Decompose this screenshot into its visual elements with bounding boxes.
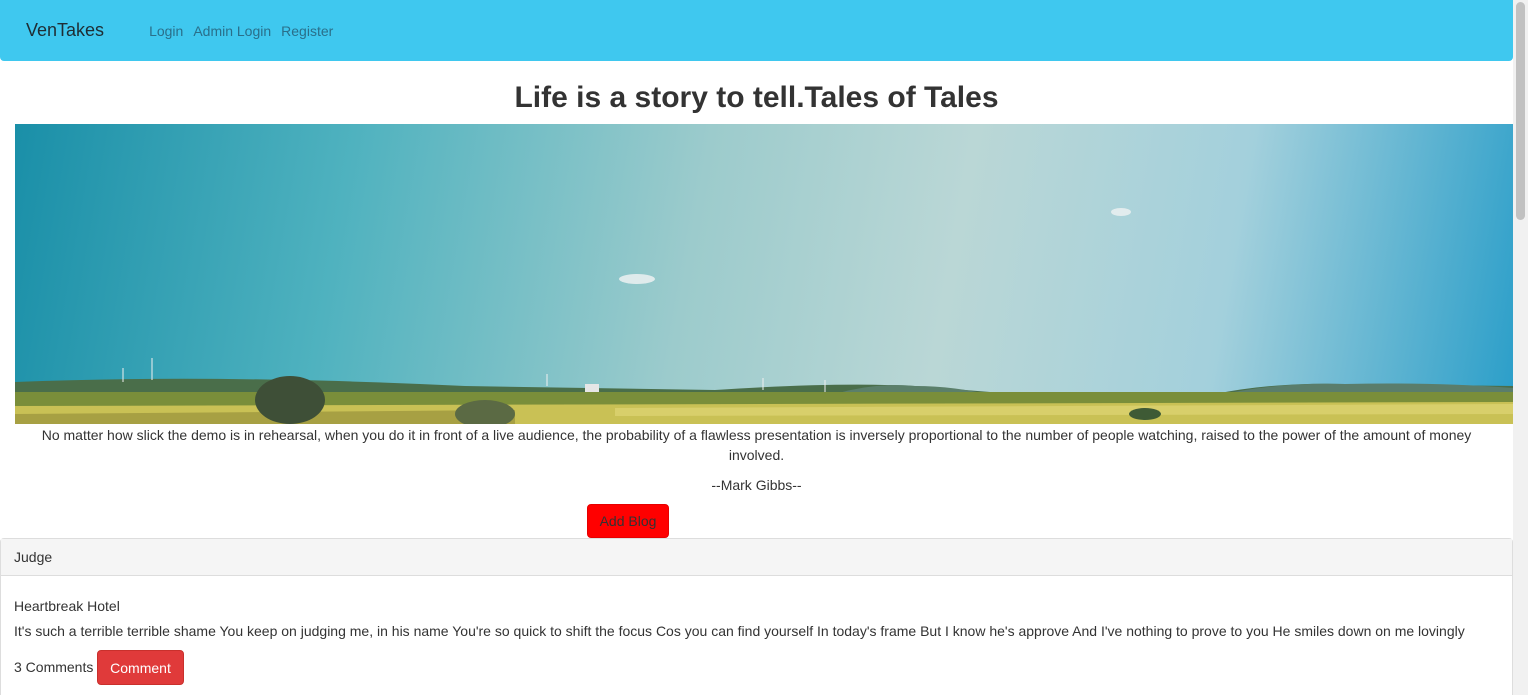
top-navbar: VenTakes Login Admin Login Register (0, 0, 1513, 61)
blog-post-panel: Judge Heartbreak Hotel It's such a terri… (0, 538, 1513, 695)
scrollbar-thumb[interactable] (1516, 2, 1525, 220)
banner-image (15, 124, 1513, 424)
add-blog-button[interactable]: Add Blog (587, 504, 669, 538)
page-title: Life is a story to tell.Tales of Tales (514, 81, 999, 114)
blog-post-body: It's such a terrible terrible shame You … (14, 623, 1465, 639)
brand-logo[interactable]: VenTakes (26, 20, 104, 41)
blog-category: Judge (1, 539, 1512, 576)
page-scrollbar[interactable] (1513, 0, 1528, 695)
landscape-illustration (15, 208, 1513, 424)
register-link[interactable]: Register (281, 23, 333, 39)
nav-links: Login Admin Login Register (149, 23, 343, 39)
login-link[interactable]: Login (149, 23, 183, 39)
quote-author: --Mark Gibbs-- (711, 477, 802, 493)
quote-text: No matter how slick the demo is in rehea… (41, 427, 1472, 463)
comments-count[interactable]: 3 Comments (14, 657, 93, 677)
admin-login-link[interactable]: Admin Login (193, 23, 271, 39)
comment-button[interactable]: Comment (97, 650, 184, 685)
blog-post-title: Heartbreak Hotel (14, 598, 120, 614)
